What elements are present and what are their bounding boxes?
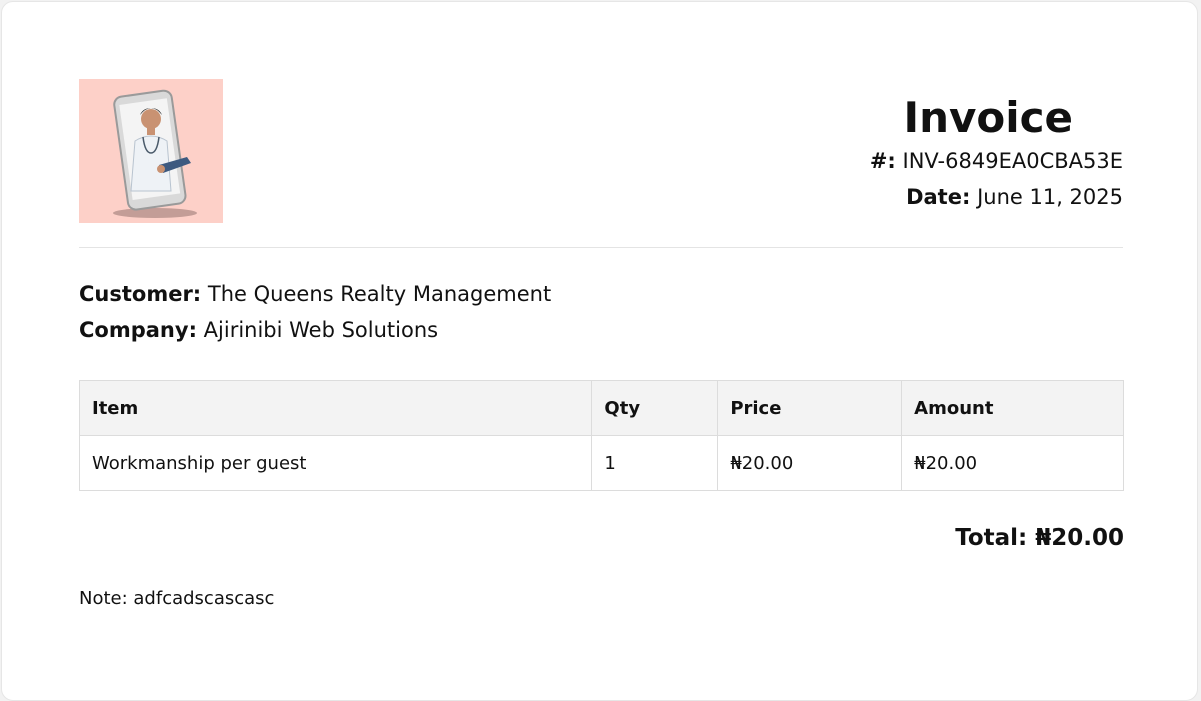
- customer-label: Customer:: [79, 282, 202, 306]
- doctor-phone-illustration: [79, 79, 223, 223]
- logo-image: [79, 79, 223, 223]
- column-header-price: Price: [717, 380, 903, 436]
- invoice-number-label: #:: [869, 149, 896, 173]
- table-header-row: Item Qty Price Amount: [78, 380, 1124, 436]
- column-header-qty: Qty: [591, 380, 719, 436]
- invoice-parties: Customer: The Queens Realty Management C…: [79, 276, 551, 348]
- table-row: Workmanship per guest 1 ₦20.00 ₦20.00: [78, 435, 1124, 491]
- column-header-amount: Amount: [901, 380, 1124, 436]
- invoice-date-label: Date:: [906, 185, 971, 209]
- amount-cell: ₦20.00: [901, 435, 1124, 491]
- invoice-total: Total: ₦20.00: [955, 525, 1124, 551]
- company-label: Company:: [79, 318, 197, 342]
- customer-value: The Queens Realty Management: [207, 282, 552, 306]
- price-cell: ₦20.00: [717, 435, 903, 491]
- invoice-header: Invoice #: INV-6849EA0CBA53E Date: June …: [79, 79, 1123, 224]
- company-value: Ajirinibi Web Solutions: [203, 318, 439, 342]
- customer-line: Customer: The Queens Realty Management: [79, 276, 551, 312]
- invoice-number: #: INV-6849EA0CBA53E: [870, 143, 1123, 179]
- invoice-meta: Invoice #: INV-6849EA0CBA53E Date: June …: [870, 93, 1123, 215]
- item-cell: Workmanship per guest: [78, 435, 593, 491]
- invoice-date: Date: June 11, 2025: [870, 179, 1123, 215]
- invoice-title: Invoice: [903, 93, 1073, 142]
- invoice-note: Note: adfcadscascasc: [79, 588, 275, 609]
- items-table: Item Qty Price Amount Workmanship per gu…: [78, 380, 1124, 491]
- qty-cell: 1: [591, 435, 719, 491]
- column-header-item: Item: [78, 380, 593, 436]
- company-line: Company: Ajirinibi Web Solutions: [79, 312, 551, 348]
- header-divider: [79, 247, 1123, 248]
- invoice-number-value: INV-6849EA0CBA53E: [902, 149, 1123, 173]
- invoice-date-value: June 11, 2025: [977, 185, 1123, 209]
